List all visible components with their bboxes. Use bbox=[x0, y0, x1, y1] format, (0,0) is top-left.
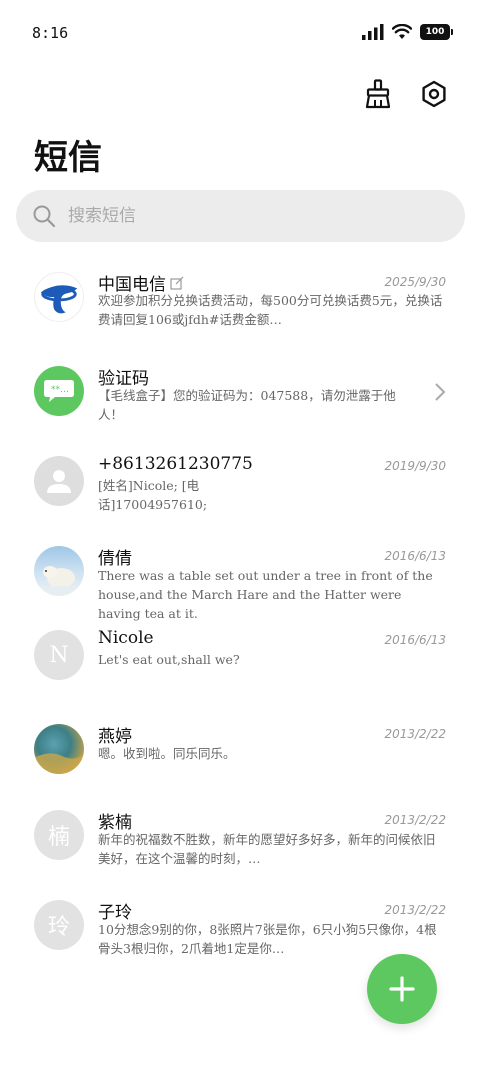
conversation-item[interactable]: 楠 紫楠 2013/2/22 新年的祝福数不胜数，新年的愿望好多好多，新年的问候… bbox=[0, 792, 480, 882]
person-avatar bbox=[34, 456, 84, 506]
conversation-preview: 嗯。收到啦。同乐同乐。 bbox=[98, 746, 236, 761]
search-bar[interactable] bbox=[16, 190, 465, 242]
search-input[interactable] bbox=[68, 206, 428, 226]
signal-icon bbox=[362, 24, 384, 40]
plus-icon bbox=[389, 976, 415, 1002]
conversation-date: 2025/9/30 bbox=[384, 275, 446, 289]
search-icon bbox=[33, 205, 56, 228]
conversation-preview: 欢迎参加积分兑换话费活动，每500分可兑换话费5元，兑换话费请回复106或jfd… bbox=[98, 293, 443, 327]
conversation-item[interactable]: N Nicole 2016/6/13 Let's eat out,shall w… bbox=[0, 612, 480, 702]
conversation-preview: [姓名]Nicole; [电话]17004957610; bbox=[98, 478, 208, 512]
conversation-item[interactable]: 燕婷 2013/2/22 嗯。收到啦。同乐同乐。 bbox=[0, 702, 480, 792]
conversation-preview: 新年的祝福数不胜数，新年的愿望好多好多，新年的问候依旧美好，在这个温馨的时刻，… bbox=[98, 832, 436, 866]
conversation-item[interactable]: 中国电信 2025/9/30 欢迎参加积分兑换话费活动，每500分可兑换话费5元… bbox=[0, 252, 480, 342]
conversation-item[interactable]: +8613261230775 2019/9/30 [姓名]Nicole; [电话… bbox=[0, 432, 480, 522]
conversation-preview: 【毛线盒子】您的验证码为：047588，请勿泄露于他人！ bbox=[98, 388, 396, 422]
status-bar: 8:16 100 bbox=[0, 0, 480, 66]
chat-bubble-icon: **… bbox=[44, 380, 74, 402]
landscape-photo bbox=[34, 753, 84, 774]
conversation-item[interactable]: 倩倩 2016/6/13 There was a table set out u… bbox=[0, 522, 480, 621]
status-time: 8:16 bbox=[32, 24, 69, 42]
polar-bear-avatar bbox=[34, 546, 84, 596]
conversation-date: 2013/2/22 bbox=[384, 813, 446, 827]
chevron-right-icon[interactable] bbox=[434, 382, 446, 402]
landscape-avatar bbox=[34, 724, 84, 774]
conversation-date: 2013/2/22 bbox=[384, 903, 446, 917]
top-actions bbox=[360, 76, 452, 112]
conversation-date: 2019/9/30 bbox=[384, 459, 446, 473]
polar-bear-photo bbox=[34, 566, 84, 596]
telecom-logo-icon bbox=[40, 285, 78, 314]
conversation-preview: Let's eat out,shall we? bbox=[98, 652, 240, 667]
person-icon bbox=[47, 470, 71, 493]
clean-button[interactable] bbox=[360, 76, 396, 112]
conversation-name: +8613261230775 bbox=[98, 454, 253, 474]
conversation-date: 2016/6/13 bbox=[384, 549, 446, 563]
conversation-list: 中国电信 2025/9/30 欢迎参加积分兑换话费活动，每500分可兑换话费5元… bbox=[0, 252, 480, 972]
status-icons: 100 bbox=[362, 24, 453, 40]
conversation-item[interactable]: **… 验证码 【毛线盒子】您的验证码为：047588，请勿泄露于他人！ bbox=[0, 342, 480, 432]
telecom-logo-avatar bbox=[34, 272, 84, 322]
broom-icon bbox=[365, 79, 391, 109]
page-title: 短信 bbox=[34, 138, 102, 178]
letter-avatar: N bbox=[34, 630, 84, 680]
chat-avatar: **… bbox=[34, 366, 84, 416]
svg-text:**…: **… bbox=[51, 385, 69, 395]
conversation-preview: 10分想念9别的你，8张照片7张是你，6只小狗5只像你，4根骨头3根归你，2爪着… bbox=[98, 922, 437, 956]
conversation-name: Nicole bbox=[98, 628, 154, 648]
wifi-icon bbox=[392, 24, 412, 39]
battery-icon: 100 bbox=[420, 24, 453, 40]
battery-level: 100 bbox=[425, 27, 445, 37]
letter-avatar: 玲 bbox=[34, 900, 84, 950]
settings-button[interactable] bbox=[416, 76, 452, 112]
conversation-date: 2016/6/13 bbox=[384, 633, 446, 647]
gear-icon bbox=[422, 80, 446, 108]
compose-button[interactable] bbox=[367, 954, 437, 1024]
edit-draft-icon bbox=[170, 276, 184, 290]
letter-avatar: 楠 bbox=[34, 810, 84, 860]
conversation-date: 2013/2/22 bbox=[384, 727, 446, 741]
